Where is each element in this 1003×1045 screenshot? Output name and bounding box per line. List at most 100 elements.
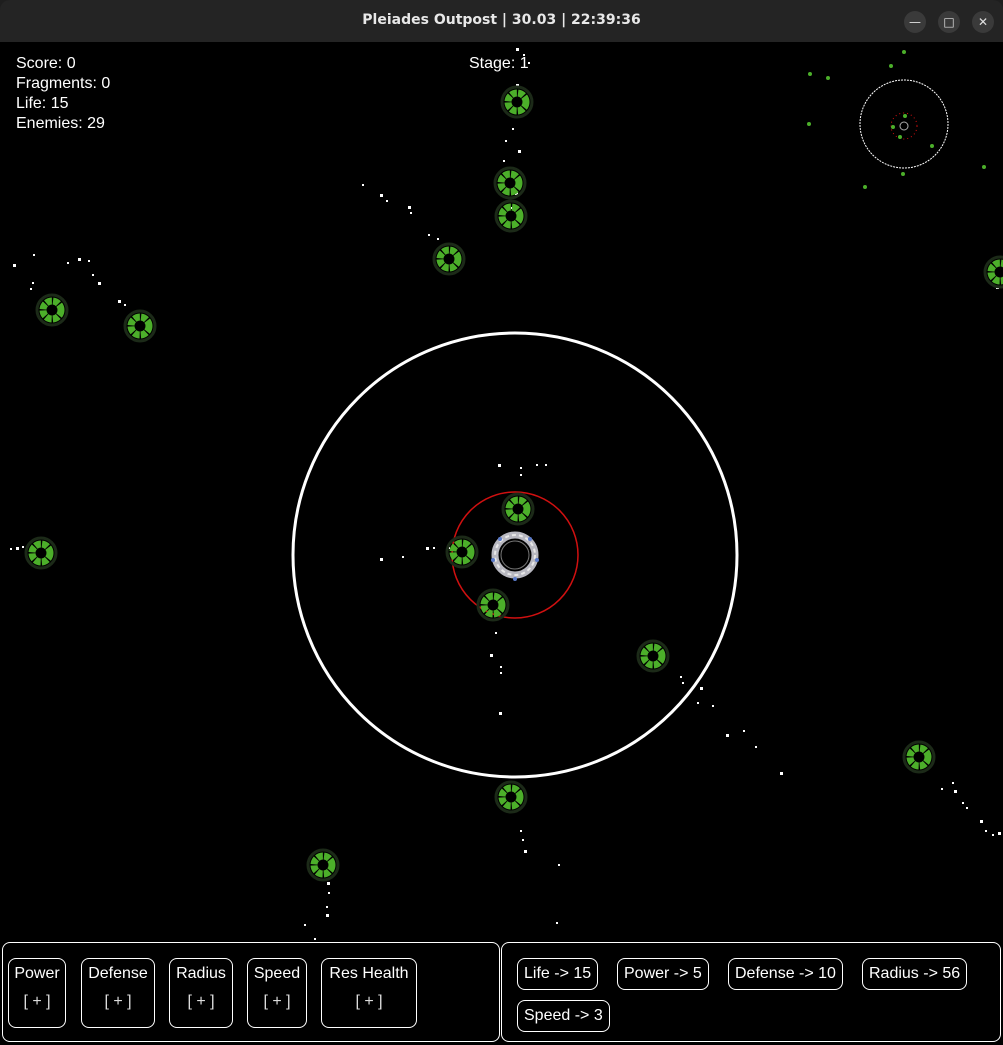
projectile xyxy=(433,547,435,549)
projectile xyxy=(22,546,24,548)
enemy-ship xyxy=(500,85,534,119)
hud-stats: Score: 0 Fragments: 0 Life: 15 Enemies: … xyxy=(16,54,110,134)
projectile xyxy=(962,802,964,804)
enemy-ship xyxy=(494,199,528,233)
plus-icon: [ + ] xyxy=(355,993,383,1010)
stats-panel: Life -> 15 Power -> 5 Defense -> 10 Radi… xyxy=(501,942,1001,1042)
projectile xyxy=(67,262,69,264)
projectile xyxy=(402,556,404,558)
enemies xyxy=(24,85,1003,882)
projectile xyxy=(386,200,388,202)
projectile xyxy=(755,746,757,748)
projectile xyxy=(326,906,328,908)
plus-icon: [ + ] xyxy=(187,993,215,1010)
enemy-ship xyxy=(636,639,670,673)
stat-defense: Defense -> 10 xyxy=(728,958,843,990)
projectile xyxy=(520,830,522,832)
projectile xyxy=(410,212,412,214)
projectile xyxy=(522,839,524,841)
projectile xyxy=(536,464,538,466)
upgrade-radius-button[interactable]: Radius [ + ] xyxy=(169,958,233,1028)
projectile xyxy=(556,922,558,924)
close-button[interactable]: ✕ xyxy=(972,11,994,33)
station xyxy=(491,531,539,581)
stage-label: Stage: 1 xyxy=(469,55,529,72)
game-canvas[interactable]: Score: 0 Fragments: 0 Life: 15 Enemies: … xyxy=(0,42,1003,1045)
projectile xyxy=(362,184,364,186)
plus-icon: [ + ] xyxy=(104,993,132,1010)
projectile xyxy=(92,274,94,276)
score-label: Score: 0 xyxy=(16,55,76,72)
projectile xyxy=(780,772,783,775)
projectile xyxy=(408,206,411,209)
projectile xyxy=(118,300,121,303)
enemy-ship xyxy=(501,492,535,526)
projectile xyxy=(941,788,943,790)
projectile xyxy=(13,264,16,267)
fragments-label: Fragments: 0 xyxy=(16,75,111,92)
projectile xyxy=(516,48,519,51)
projectile xyxy=(505,140,507,142)
projectile xyxy=(32,282,34,284)
projectile xyxy=(380,194,383,197)
minimap xyxy=(807,50,986,189)
projectile xyxy=(304,924,306,926)
enemy-ship xyxy=(983,255,1003,289)
projectile xyxy=(966,807,968,809)
projectile xyxy=(545,464,547,466)
projectile xyxy=(16,547,19,550)
upgrade-label: Radius xyxy=(176,965,226,982)
upgrade-defense-button[interactable]: Defense [ + ] xyxy=(81,958,155,1028)
projectile xyxy=(726,734,729,737)
enemy-ship xyxy=(306,848,340,882)
enemy-ship xyxy=(24,536,58,570)
window-titlebar: Pleiades Outpost | 30.03 | 22:39:36 — □ … xyxy=(0,0,1003,42)
projectile xyxy=(520,474,522,476)
projectile xyxy=(558,864,560,866)
projectile xyxy=(499,712,502,715)
maximize-button[interactable]: □ xyxy=(938,11,960,33)
projectile xyxy=(697,702,699,704)
upgrade-power-button[interactable]: Power [ + ] xyxy=(8,958,66,1028)
projectile xyxy=(512,128,514,130)
projectile xyxy=(498,464,501,467)
enemy-ship xyxy=(123,309,157,343)
projectile xyxy=(327,882,330,885)
stat-speed: Speed -> 3 xyxy=(517,1000,610,1032)
maximize-icon: □ xyxy=(943,15,955,29)
enemy-ship xyxy=(493,166,527,200)
upgrade-panel: Power [ + ] Defense [ + ] Radius [ + ] S… xyxy=(2,942,500,1042)
projectile xyxy=(680,676,682,678)
upgrade-res-health-button[interactable]: Res Health [ + ] xyxy=(321,958,417,1028)
projectile xyxy=(954,790,957,793)
minimize-button[interactable]: — xyxy=(904,11,926,33)
projectile xyxy=(33,254,35,256)
projectile xyxy=(490,654,493,657)
projectile xyxy=(952,782,954,784)
range-circle xyxy=(291,331,739,779)
enemy-ship xyxy=(494,780,528,814)
projectile xyxy=(437,238,439,240)
projectile xyxy=(700,687,703,690)
projectile xyxy=(124,304,126,306)
projectile xyxy=(326,914,329,917)
projectile xyxy=(518,150,521,153)
enemy-ship xyxy=(902,740,936,774)
projectile xyxy=(30,288,32,290)
enemy-ship xyxy=(35,293,69,327)
projectile xyxy=(314,938,316,940)
enemies-label: Enemies: 29 xyxy=(16,115,105,132)
upgrade-speed-button[interactable]: Speed [ + ] xyxy=(247,958,307,1028)
projectile xyxy=(998,832,1001,835)
plus-icon: [ + ] xyxy=(263,993,291,1010)
projectile xyxy=(328,892,330,894)
projectile xyxy=(495,632,497,634)
projectile xyxy=(503,160,505,162)
minimize-icon: — xyxy=(909,15,921,29)
upgrade-label: Speed xyxy=(253,965,301,982)
projectile xyxy=(98,282,101,285)
plus-icon: [ + ] xyxy=(23,993,51,1010)
projectile xyxy=(500,672,502,674)
enemy-ship xyxy=(476,588,510,622)
projectile xyxy=(992,834,994,836)
